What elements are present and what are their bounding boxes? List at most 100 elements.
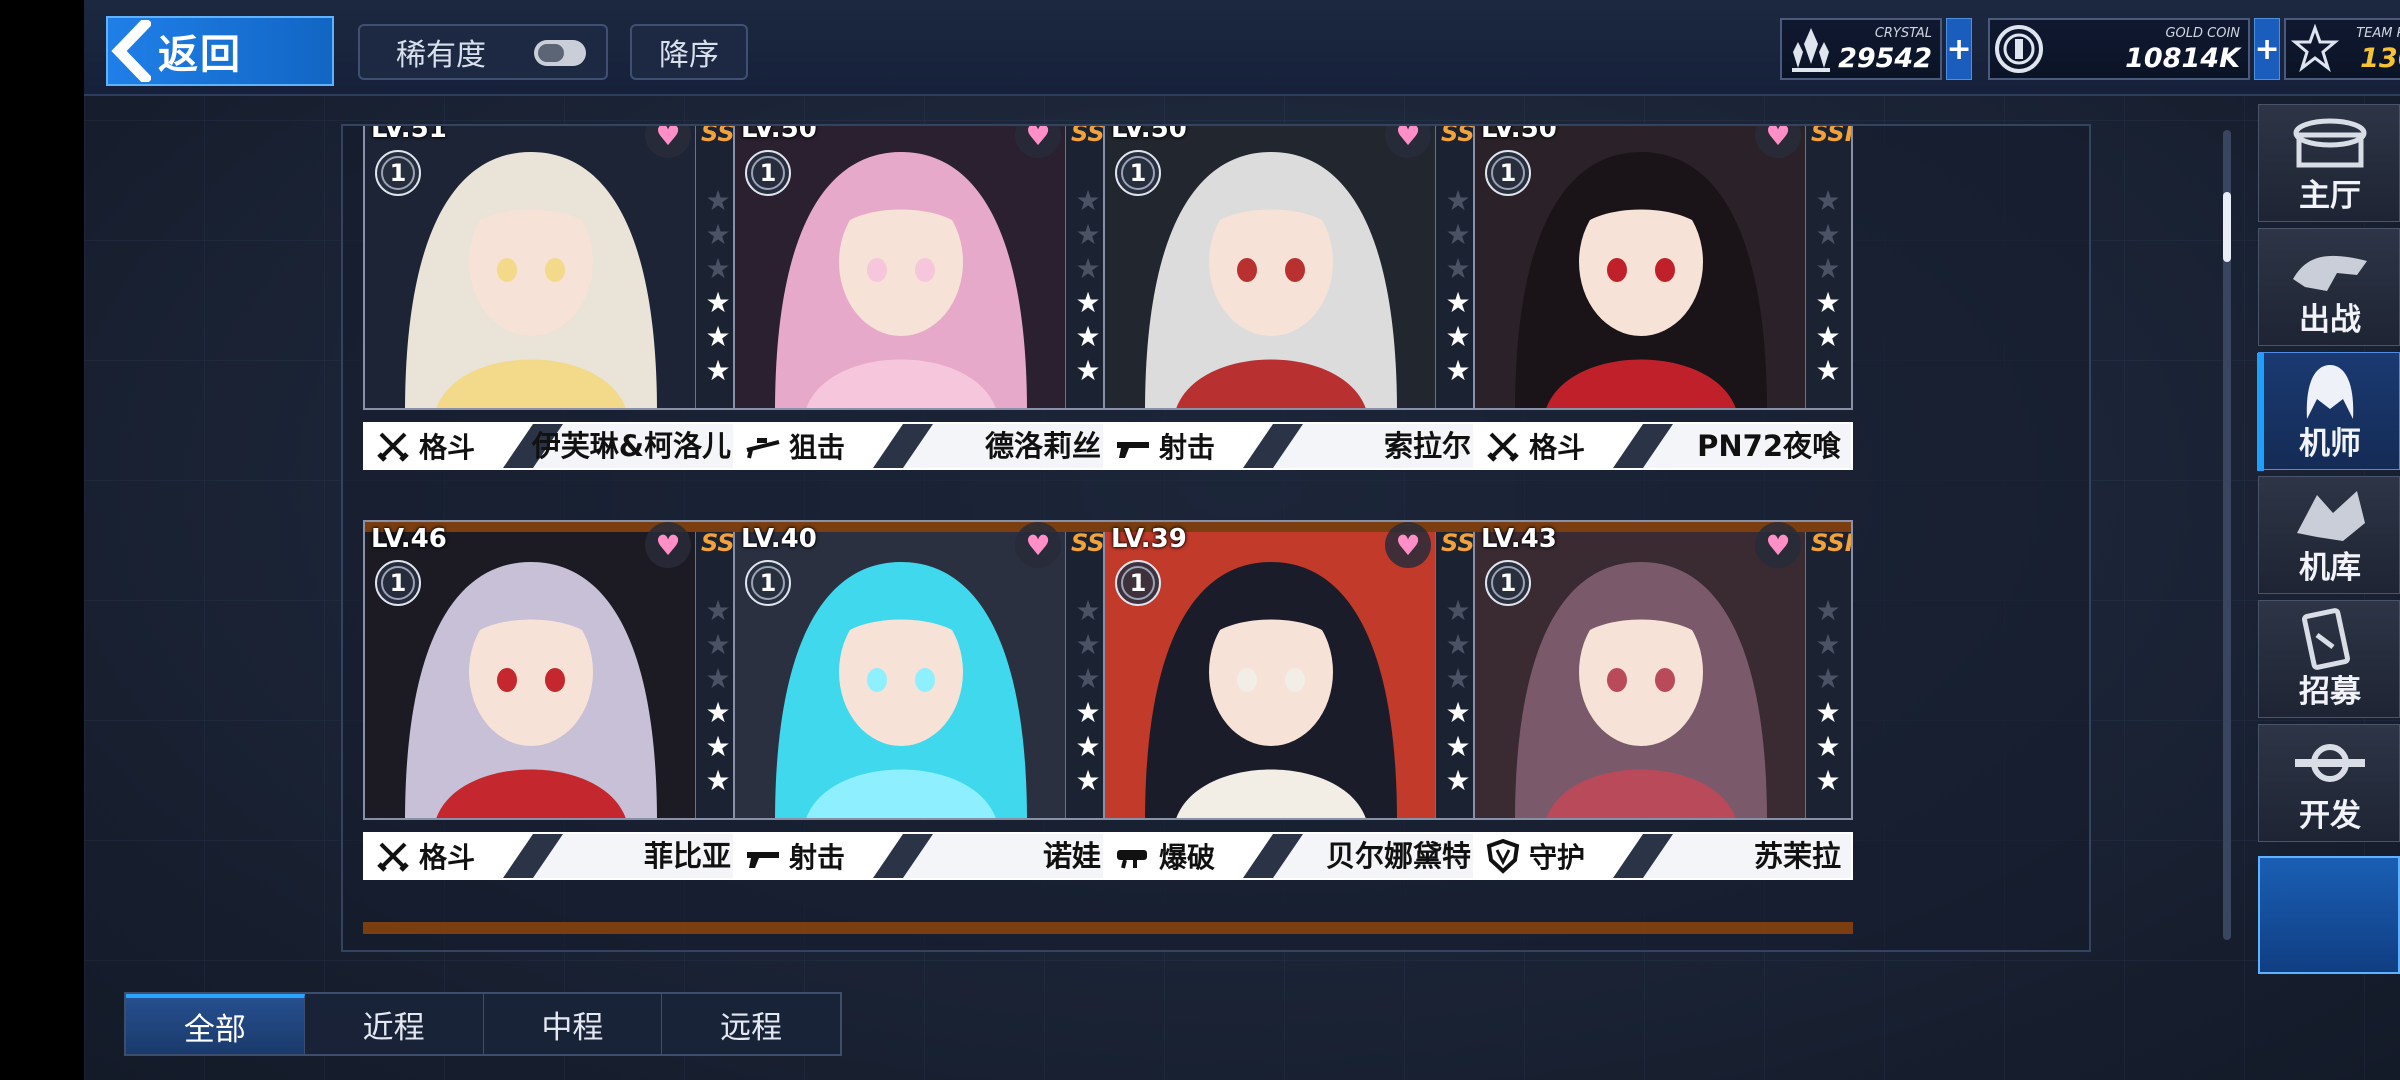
star-empty-icon: ★ bbox=[1075, 662, 1101, 695]
star-empty-icon: ★ bbox=[705, 594, 731, 627]
pilot-card-partial[interactable] bbox=[733, 922, 1113, 936]
favorite-heart-icon[interactable]: ♥ bbox=[645, 522, 691, 568]
menu-item-5[interactable]: 招募 bbox=[2258, 600, 2400, 718]
pilot-name: 菲比亚 bbox=[643, 839, 731, 873]
rarity-label: SSR bbox=[701, 124, 741, 147]
star-filled-icon: ★ bbox=[1445, 286, 1471, 319]
star-rating: ★ ★ ★ ★ ★ ★ bbox=[1443, 184, 1473, 388]
star-filled-icon: ★ bbox=[1815, 764, 1841, 797]
order-label: 降序 bbox=[659, 38, 719, 73]
pilot-name-bar: 爆破 贝尔娜黛特 bbox=[1103, 832, 1483, 880]
pilot-card[interactable]: SSR★★★★★★LV.461♥格斗菲比亚 bbox=[363, 520, 743, 882]
pilot-icon bbox=[2287, 359, 2373, 425]
rank-badge: 1 bbox=[375, 560, 421, 606]
star-empty-icon: ★ bbox=[1075, 218, 1101, 251]
pilot-name-bar: 格斗 PN72夜喰 bbox=[1473, 422, 1853, 470]
star-empty-icon: ★ bbox=[1445, 184, 1471, 217]
rarity-label: SSR bbox=[701, 529, 741, 557]
star-empty-icon: ★ bbox=[1815, 252, 1841, 285]
pilot-card[interactable]: SSR★★★★★★LV.501♥狙击德洛莉丝 bbox=[733, 126, 1113, 472]
left-letterbox bbox=[0, 0, 84, 1080]
level-label: LV.39 bbox=[1111, 524, 1187, 554]
favorite-heart-icon[interactable]: ♥ bbox=[1385, 522, 1431, 568]
pilot-name-bar: 狙击 德洛莉丝 bbox=[733, 422, 1113, 470]
pilot-name: 苏茉拉 bbox=[1753, 839, 1841, 873]
pilot-card[interactable]: SSR★★★★★★LV.511♥格斗伊芙琳&柯洛儿 bbox=[363, 124, 743, 472]
card-top-strip bbox=[1103, 922, 1483, 934]
star-filled-icon: ★ bbox=[1445, 764, 1471, 797]
pilot-card[interactable]: SSR★★★★★★LV.501♥格斗PN72夜喰 bbox=[1473, 124, 1853, 472]
gold-coin-caption: GOLD COIN bbox=[2165, 26, 2240, 41]
team-reward-caption: TEAM REWARD bbox=[2356, 26, 2400, 41]
level-label: LV.51 bbox=[371, 124, 447, 144]
menu-item-3[interactable]: 机师 bbox=[2257, 352, 2400, 471]
role-label: 射击 bbox=[1159, 431, 1216, 464]
star-filled-icon: ★ bbox=[1445, 354, 1471, 387]
rank-badge: 1 bbox=[1485, 560, 1531, 606]
rank-badge-number: 1 bbox=[759, 159, 777, 187]
rifle-icon bbox=[745, 838, 781, 874]
star-empty-icon: ★ bbox=[1075, 184, 1101, 217]
star-filled-icon: ★ bbox=[705, 730, 731, 763]
favorite-heart-icon[interactable]: ♥ bbox=[1015, 522, 1061, 568]
star-empty-icon: ★ bbox=[1445, 252, 1471, 285]
pilot-card-partial[interactable] bbox=[363, 922, 743, 936]
tab-4[interactable]: 远程 bbox=[662, 994, 840, 1054]
menu-item-4[interactable]: 机库 bbox=[2258, 476, 2400, 594]
star-filled-icon: ★ bbox=[705, 764, 731, 797]
pilot-list[interactable]: SSR★★★★★★LV.511♥格斗伊芙琳&柯洛儿SSR★★★★★★LV.501… bbox=[341, 124, 2091, 952]
team-reward-counter: TEAM REWARD 13670 bbox=[2284, 18, 2400, 80]
rarity-label: SSR bbox=[1811, 124, 1851, 147]
gold-coin-value: 10814K bbox=[2125, 43, 2240, 74]
favorite-heart-icon[interactable]: ♥ bbox=[1755, 522, 1801, 568]
menu-item-1[interactable]: 主厅 bbox=[2258, 104, 2400, 222]
crystal-icon bbox=[1782, 20, 1840, 78]
menu-item-label: 机库 bbox=[2299, 550, 2361, 586]
lobby-icon bbox=[2287, 111, 2373, 177]
tab-label: 近程 bbox=[362, 1009, 425, 1046]
sniper-icon bbox=[745, 428, 781, 464]
tab-label: 远程 bbox=[720, 1009, 783, 1046]
menu-item-2[interactable]: 出战 bbox=[2258, 228, 2400, 346]
star-empty-icon: ★ bbox=[1815, 594, 1841, 627]
menu-extra-panel[interactable] bbox=[2258, 856, 2400, 974]
rifle-icon bbox=[1115, 428, 1151, 464]
star-filled-icon: ★ bbox=[1815, 354, 1841, 387]
star-rating: ★ ★ ★ ★ ★ ★ bbox=[1073, 594, 1103, 798]
rank-badge-number: 1 bbox=[1129, 569, 1147, 597]
add-gold-button[interactable]: + bbox=[2254, 18, 2280, 80]
menu-item-label: 机师 bbox=[2299, 426, 2361, 462]
pilot-card[interactable]: SSR★★★★★★LV.401♥射击诺娃 bbox=[733, 520, 1113, 882]
back-button[interactable]: 返回 bbox=[106, 16, 334, 86]
star-filled-icon: ★ bbox=[1445, 320, 1471, 353]
menu-item-label: 开发 bbox=[2299, 798, 2361, 834]
star-empty-icon: ★ bbox=[1075, 252, 1101, 285]
pilot-card[interactable]: SSR★★★★★★LV.391♥爆破贝尔娜黛特 bbox=[1103, 520, 1483, 882]
scrollbar-thumb[interactable] bbox=[2223, 192, 2231, 262]
crystal-caption: CRYSTAL bbox=[1874, 26, 1932, 41]
star-rating: ★ ★ ★ ★ ★ ★ bbox=[1443, 594, 1473, 798]
shield-icon bbox=[1485, 838, 1521, 874]
pilot-card-partial[interactable] bbox=[1473, 922, 1853, 936]
rarity-sort-button[interactable]: 稀有度 bbox=[358, 24, 608, 80]
rank-badge: 1 bbox=[1115, 150, 1161, 196]
side-menu: 主厅 出战机师机库招募开发 bbox=[2257, 104, 2400, 974]
tab-3[interactable]: 中程 bbox=[484, 994, 663, 1054]
star-filled-icon: ★ bbox=[1075, 286, 1101, 319]
tab-1[interactable]: 全部 bbox=[126, 994, 305, 1054]
range-filter-tabs: 全部 近程 中程 远程 bbox=[124, 992, 842, 1056]
tab-label: 全部 bbox=[183, 1011, 246, 1048]
order-button[interactable]: 降序 bbox=[630, 24, 748, 80]
tab-2[interactable]: 近程 bbox=[305, 994, 484, 1054]
star-filled-icon: ★ bbox=[1445, 696, 1471, 729]
star-empty-icon: ★ bbox=[1815, 628, 1841, 661]
add-crystal-button[interactable]: + bbox=[1946, 18, 1972, 80]
pilot-card-partial[interactable] bbox=[1103, 922, 1483, 936]
pilot-card[interactable]: SSR★★★★★★LV.431♥守护苏茉拉 bbox=[1473, 520, 1853, 882]
role-label: 狙击 bbox=[789, 431, 846, 464]
menu-item-6[interactable]: 开发 bbox=[2258, 724, 2400, 842]
pilot-card[interactable]: SSR★★★★★★LV.501♥射击索拉尔 bbox=[1103, 126, 1483, 472]
star-filled-icon: ★ bbox=[1075, 354, 1101, 387]
toggle-icon bbox=[534, 40, 586, 66]
star-empty-icon: ★ bbox=[1815, 662, 1841, 695]
